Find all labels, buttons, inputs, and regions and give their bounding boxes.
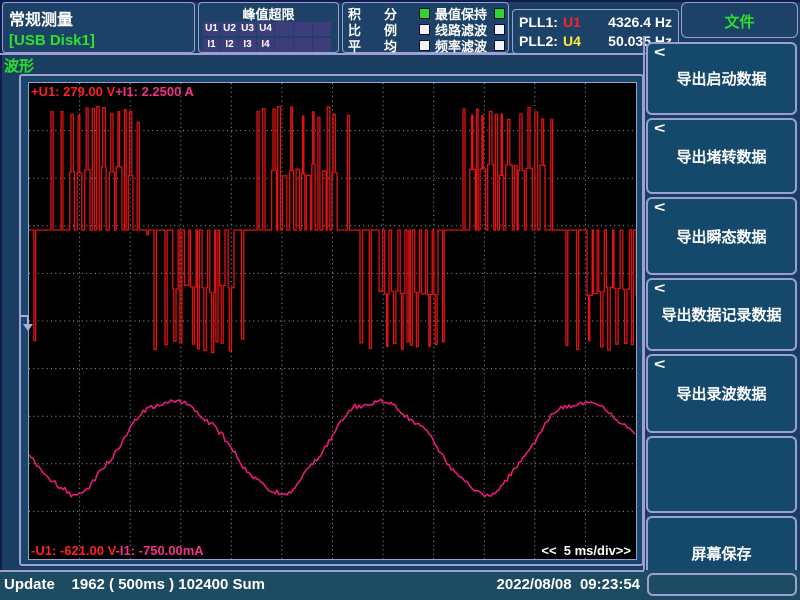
pll1-frequency: 4326.4 Hz bbox=[608, 14, 672, 30]
peak-cell-empty bbox=[294, 22, 312, 36]
peak-cell-i3: I3 bbox=[239, 38, 256, 52]
status-softkey-box bbox=[647, 573, 797, 596]
peak-cell-u2: U2 bbox=[221, 22, 238, 36]
back-arrow-icon: < bbox=[654, 120, 665, 137]
toggle-freq-filter: 频率滤波 bbox=[435, 37, 505, 53]
peak-row-voltage: U1 U2 U3 U4 bbox=[203, 22, 332, 36]
mode-panel: 常规测量 [USB Disk1] bbox=[2, 2, 195, 53]
toggle-column-right: 最值保持 线路滤波 频率滤波 bbox=[435, 5, 505, 53]
pll2-source: U4 bbox=[563, 33, 593, 49]
trigger-position-icon bbox=[20, 312, 35, 333]
datetime: 2022/08/08 09:23:54 bbox=[478, 576, 640, 593]
line-filter-indicator bbox=[494, 24, 505, 35]
peak-cell-u1: U1 bbox=[203, 22, 220, 36]
peak-cell-empty bbox=[294, 38, 312, 52]
mode-title: 常规测量 bbox=[9, 6, 73, 30]
export-data-record-button[interactable]: < 导出数据记录数据 bbox=[646, 278, 797, 351]
i1-min-label: -I1: -750.00mA bbox=[116, 543, 204, 558]
export-startup-data-button[interactable]: < 导出启动数据 bbox=[646, 42, 797, 115]
usb-status: [USB Disk1] bbox=[9, 32, 95, 49]
voltage-trace-u1 bbox=[29, 107, 636, 353]
peak-cell-i1: I1 bbox=[203, 38, 220, 52]
peak-cell-empty bbox=[313, 38, 331, 52]
back-arrow-icon: < bbox=[654, 280, 665, 297]
back-arrow-icon: < bbox=[654, 199, 665, 216]
function-status-panel: 积 分 比 例 平 均 最值保持 线路滤波 频率滤波 bbox=[342, 2, 509, 53]
i1-max-label: +I1: 2.2500 A bbox=[115, 84, 194, 99]
integration-indicator bbox=[419, 8, 430, 19]
back-arrow-icon: < bbox=[654, 356, 665, 373]
peak-cell-empty bbox=[275, 22, 293, 36]
update-counter: Update 1962 ( 500ms ) 102400 Sum bbox=[4, 576, 265, 593]
pll1-source: U1 bbox=[563, 14, 593, 30]
scale-label-top: +U1: 279.00 V+I1: 2.2500 A bbox=[31, 84, 194, 99]
peak-cell-u3: U3 bbox=[239, 22, 256, 36]
status-divider bbox=[0, 570, 644, 572]
peak-cell-empty bbox=[275, 38, 293, 52]
softkey-menu-title-box: 文件 bbox=[681, 2, 798, 38]
max-hold-indicator bbox=[494, 8, 505, 19]
export-wave-record-button[interactable]: < 导出录波数据 bbox=[646, 354, 797, 433]
peak-cell-i2: I2 bbox=[221, 38, 238, 52]
sidebar-divider bbox=[643, 36, 645, 600]
status-bar: Update 1962 ( 500ms ) 102400 Sum 2022/08… bbox=[0, 570, 800, 600]
export-stall-data-button[interactable]: < 导出堵转数据 bbox=[646, 118, 797, 194]
softkey-menu-title: 文件 bbox=[682, 11, 797, 32]
peak-over-limit-panel: 峰值超限 U1 U2 U3 U4 I1 I2 I3 I4 bbox=[198, 2, 339, 53]
peak-over-limit-title: 峰值超限 bbox=[199, 4, 338, 23]
header-divider bbox=[0, 53, 645, 55]
waveform-plot: +U1: 279.00 V+I1: 2.2500 A -U1: -621.00 … bbox=[28, 82, 637, 560]
softkey-empty[interactable] bbox=[646, 436, 797, 513]
scaling-indicator bbox=[419, 24, 430, 35]
waveform-canvas bbox=[29, 83, 636, 559]
back-arrow-icon: < bbox=[654, 44, 665, 61]
peak-cell-u4: U4 bbox=[257, 22, 274, 36]
peak-row-current: I1 I2 I3 I4 bbox=[203, 38, 332, 52]
averaging-indicator bbox=[419, 40, 430, 51]
power-analyzer-screen: 常规测量 [USB Disk1] 峰值超限 U1 U2 U3 U4 I1 I2 … bbox=[0, 0, 800, 600]
peak-cell-empty bbox=[313, 22, 331, 36]
scale-label-bottom: -U1: -621.00 V-I1: -750.00mA bbox=[31, 543, 204, 558]
peak-cell-i4: I4 bbox=[257, 38, 274, 52]
export-transient-data-button[interactable]: < 导出瞬态数据 bbox=[646, 197, 797, 275]
toggle-averaging: 平 均 bbox=[348, 37, 430, 53]
freq-filter-indicator bbox=[494, 40, 505, 51]
timebase-label[interactable]: << 5 ms/div>> bbox=[541, 543, 631, 558]
toggle-column-left: 积 分 比 例 平 均 bbox=[348, 5, 430, 53]
page-label: 波形 bbox=[4, 55, 34, 76]
u1-min-label: -U1: -621.00 V bbox=[31, 543, 116, 558]
pll1-row: PLL1: U1 4326.4 Hz bbox=[519, 14, 672, 30]
u1-max-label: +U1: 279.00 V bbox=[31, 84, 115, 99]
